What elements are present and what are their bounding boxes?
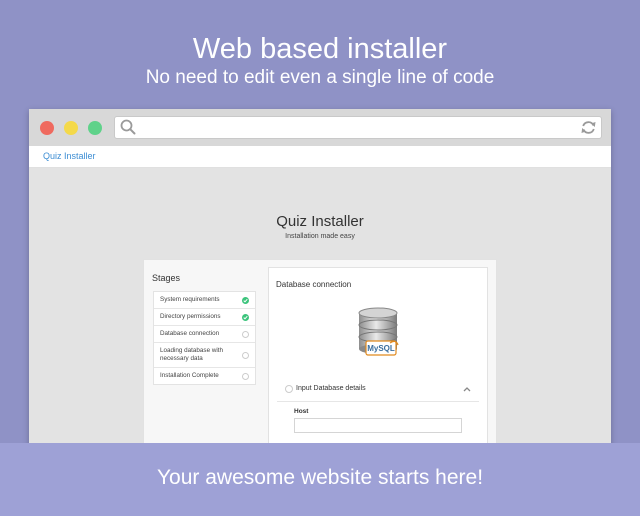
- footer-tagline: Your awesome website starts here!: [156, 466, 484, 489]
- section-title: Input Database details: [296, 385, 366, 392]
- app-navbar: Quiz Installer: [29, 146, 611, 168]
- mysql-database-icon: MySQL: [358, 307, 399, 356]
- database-panel: Database connection MySQL Input Database…: [268, 267, 488, 449]
- chevron-up-icon[interactable]: [463, 386, 471, 392]
- page-subtitle: Installation made easy: [285, 233, 355, 240]
- stage-item-loading-database[interactable]: Loading database with necessary data: [154, 343, 255, 368]
- database-details-section-header[interactable]: Input Database details: [277, 377, 479, 402]
- browser-window: Quiz Installer Quiz Installer Installati…: [29, 109, 611, 449]
- stage-item-system-requirements[interactable]: System requirements: [154, 292, 255, 309]
- installer-card: Stages System requirements Directory per…: [143, 259, 497, 449]
- minimize-window-button[interactable]: [64, 121, 78, 135]
- stage-label: Installation Complete: [160, 372, 219, 379]
- hero-subtitle: No need to edit even a single line of co…: [145, 67, 495, 88]
- check-icon: [242, 313, 249, 321]
- maximize-window-button[interactable]: [88, 121, 102, 135]
- host-label: Host: [294, 408, 309, 415]
- stage-label: Database connection: [160, 330, 220, 337]
- host-input[interactable]: [294, 418, 462, 433]
- database-panel-title: Database connection: [276, 280, 352, 289]
- close-window-button[interactable]: [40, 121, 54, 135]
- pending-check-icon: [242, 330, 249, 338]
- stage-label: Loading database with necessary data: [160, 347, 224, 362]
- stage-item-database-connection[interactable]: Database connection: [154, 326, 255, 343]
- pending-check-icon: [285, 385, 293, 393]
- stage-item-installation-complete[interactable]: Installation Complete: [154, 368, 255, 384]
- search-icon: [120, 119, 136, 140]
- check-icon: [242, 296, 249, 304]
- hero-title: Web based installer: [192, 33, 448, 65]
- stages-title: Stages: [152, 273, 181, 283]
- stages-list: System requirements Directory permission…: [153, 291, 256, 385]
- pending-check-icon: [242, 351, 249, 359]
- pending-check-icon: [242, 372, 249, 380]
- address-bar[interactable]: [114, 116, 602, 139]
- stage-label: Directory permissions: [160, 313, 221, 320]
- stage-label: System requirements: [160, 296, 220, 303]
- brand-link[interactable]: Quiz Installer: [43, 151, 96, 161]
- stage-item-directory-permissions[interactable]: Directory permissions: [154, 309, 255, 326]
- page-title: Quiz Installer: [276, 213, 364, 230]
- refresh-icon[interactable]: [580, 119, 597, 141]
- browser-toolbar: [29, 109, 611, 146]
- mysql-logo-text: MySQL: [367, 344, 395, 353]
